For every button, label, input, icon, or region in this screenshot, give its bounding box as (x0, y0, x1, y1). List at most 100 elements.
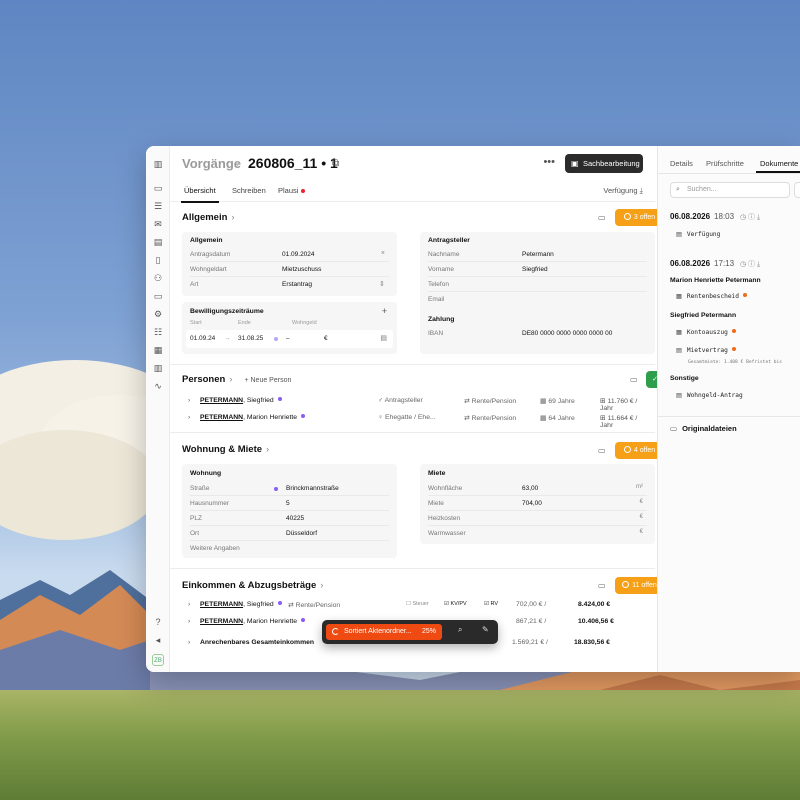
field-value: 01.09.2024 (282, 251, 315, 258)
sidebar-toggle-icon[interactable]: ▥ (152, 158, 164, 170)
person-row[interactable]: › PETERMANN, Siegfried ♂ Antragsteller ⇄… (182, 394, 643, 412)
group-actions[interactable]: ◷ ⓘ ⤓ (740, 212, 760, 222)
section-personen-title[interactable]: Personen › + Neue Person (182, 374, 291, 385)
mail-icon[interactable]: ✉ (152, 218, 164, 230)
person-last-name[interactable]: PETERMANN (200, 397, 243, 404)
field-row[interactable]: Email (428, 293, 647, 307)
field-row[interactable]: Nachname Petermann (428, 248, 647, 262)
field-row[interactable]: Antragsdatum 01.09.2024 × (190, 248, 389, 262)
card-title: Allgemein (190, 237, 223, 244)
person-last-name[interactable]: PETERMANN (200, 414, 243, 421)
field-row[interactable]: Weitere Angaben (190, 542, 389, 556)
field-row[interactable]: Art Erstantrag ⇕ (190, 278, 389, 292)
field-row[interactable]: Hausnummer 5 (190, 497, 389, 511)
person-last-name[interactable]: PETERMANN (200, 601, 243, 608)
chevron-right-icon[interactable]: › (188, 601, 190, 608)
section-einkommen-title[interactable]: Einkommen & Abzugsbeträge › (182, 580, 323, 591)
tab-dokumente[interactable]: Dokumente (755, 159, 800, 173)
field-value: Siegfried (522, 266, 548, 273)
checklist-icon[interactable]: ☷ (152, 326, 164, 338)
tab-pruefschritte[interactable]: Prüfschritte (706, 159, 744, 168)
document-item[interactable]: ▤ Verfügung (676, 231, 720, 238)
sachbearbeitung-button[interactable]: ▣ Sachbearbeitung (565, 154, 643, 173)
settings-icon[interactable]: ⚙ (152, 308, 164, 320)
folder-icon[interactable]: ▭ (152, 182, 164, 194)
add-person-button[interactable]: + Neue Person (244, 377, 291, 384)
person-name: PETERMANN, Siegfried (200, 397, 282, 404)
tab-bar: Übersicht Schreiben Plausi Verfügung ⤓ (170, 180, 655, 203)
tab-overview[interactable]: Übersicht (181, 186, 219, 203)
field-row[interactable]: Wohnfläche 63,00 m² (428, 482, 647, 496)
comment-icon[interactable]: ▭ (598, 446, 606, 455)
document-item[interactable]: ▤ Mietvertrag (676, 347, 736, 354)
floating-toolbar: Sortiert Aktenordner... 25% ⌕ ✎ (322, 620, 498, 644)
field-row[interactable]: Ort Düsseldorf (190, 527, 389, 541)
breadcrumb[interactable]: Vorgänge (182, 156, 241, 171)
document-item[interactable]: ▦ Rentenbescheid (676, 293, 748, 300)
person-row[interactable]: › PETERMANN, Marion Henriette ♀ Ehegatte… (182, 411, 643, 429)
field-row[interactable]: Vorname Siegfried (428, 263, 647, 277)
section-wohnung-title[interactable]: Wohnung & Miete › (182, 444, 269, 455)
document-item[interactable]: ▦ Kontoauszug (676, 329, 736, 336)
tab-details[interactable]: Details (670, 159, 693, 168)
person-last-name[interactable]: PETERMANN (200, 618, 243, 625)
search-input[interactable]: ⌕ Suchen... (670, 182, 790, 198)
chart-icon[interactable]: ▦ (152, 344, 164, 356)
income-row[interactable]: › PETERMANN, Siegfried ⇄ Rente/Pension ☐… (182, 598, 643, 614)
period-row[interactable]: 01.09.24 → 31.08.25 – € ▤ (186, 330, 393, 348)
verfuegung-button[interactable]: Verfügung ⤓ (603, 186, 643, 196)
comment-icon[interactable]: ▭ (630, 375, 638, 384)
tab-write[interactable]: Schreiben (232, 186, 266, 195)
document-name: Mietvertrag (686, 347, 728, 354)
chevron-right-icon[interactable]: › (188, 618, 190, 625)
edit-icon[interactable]: ✎ (482, 625, 489, 634)
document-icon: ▤ (676, 231, 682, 238)
document-icon: ▤ (676, 347, 682, 354)
search-icon[interactable]: ⌕ (458, 625, 462, 635)
verfuegung-label: Verfügung (603, 186, 638, 195)
list-icon[interactable]: ☰ (152, 200, 164, 212)
inbox-icon[interactable]: ▤ (152, 236, 164, 248)
document-item[interactable]: ▤ Wohngeld-Antrag (676, 392, 743, 399)
field-row[interactable]: PLZ 40225 (190, 512, 389, 526)
tab-plausi[interactable]: Plausi (278, 186, 306, 195)
announce-icon[interactable]: ◂ (152, 634, 164, 646)
original-files-folder[interactable]: ▭ Originaldateien (670, 424, 737, 433)
calculator-icon[interactable]: ▤ (380, 334, 387, 342)
folder-sync-icon[interactable]: ▭ (152, 290, 164, 302)
field-row[interactable]: Straße Brinckmannstraße (190, 482, 389, 496)
field-row[interactable]: Heizkosten € (428, 512, 647, 526)
kvpv-checkbox[interactable]: ☑ KV/PV (444, 601, 467, 607)
documents-panel: Details Prüfschritte Dokumente ⌕ Suchen..… (657, 146, 800, 672)
chevron-right-icon[interactable]: › (188, 397, 190, 404)
steuer-checkbox[interactable]: ☐ Steuer (406, 601, 429, 607)
field-row[interactable]: Telefon (428, 278, 647, 292)
document-icon: ▦ (676, 329, 682, 336)
clipboard-icon[interactable]: ▯ (152, 254, 164, 266)
rv-checkbox[interactable]: ☑ RV (484, 601, 498, 607)
comment-icon[interactable]: ▭ (598, 213, 606, 222)
progress-indicator[interactable]: Sortiert Aktenordner... 25% (326, 624, 442, 640)
chevron-right-icon[interactable]: › (188, 639, 190, 646)
select-arrows-icon[interactable]: ⇕ (379, 280, 385, 288)
clear-icon[interactable]: × (381, 250, 385, 257)
app-window: ▥ ▭ ☰ ✉ ▤ ▯ ⚇ ▭ ⚙ ☷ ▦ ▥ ∿ ? ◂ ZB Vorgäng… (146, 146, 800, 672)
field-row[interactable]: Warmwasser € (428, 527, 647, 541)
field-row[interactable]: Wohngeldart Mietzuschuss (190, 263, 389, 277)
bar-chart-icon[interactable]: ▥ (152, 362, 164, 374)
help-icon[interactable]: ? (152, 616, 164, 628)
person-first-name: , Marion Henriette (243, 618, 298, 625)
user-badge[interactable]: ZB (152, 654, 164, 666)
comment-icon[interactable]: ▭ (598, 581, 606, 590)
field-row[interactable]: Miete 704,00 € (428, 497, 647, 511)
group-actions[interactable]: ◷ ⓘ ⤓ (740, 259, 760, 269)
section-allgemein-title[interactable]: Allgemein › (182, 212, 235, 223)
activity-icon[interactable]: ∿ (152, 380, 164, 392)
chevron-right-icon[interactable]: › (188, 414, 190, 421)
copy-icon[interactable]: ⧉ (332, 158, 339, 169)
filter-button[interactable] (794, 182, 800, 198)
field-row[interactable]: IBAN DE80 0000 0000 0000 0000 00 (428, 327, 647, 341)
more-icon[interactable]: ••• (543, 156, 555, 168)
add-icon[interactable]: + (382, 306, 387, 316)
users-icon[interactable]: ⚇ (152, 272, 164, 284)
